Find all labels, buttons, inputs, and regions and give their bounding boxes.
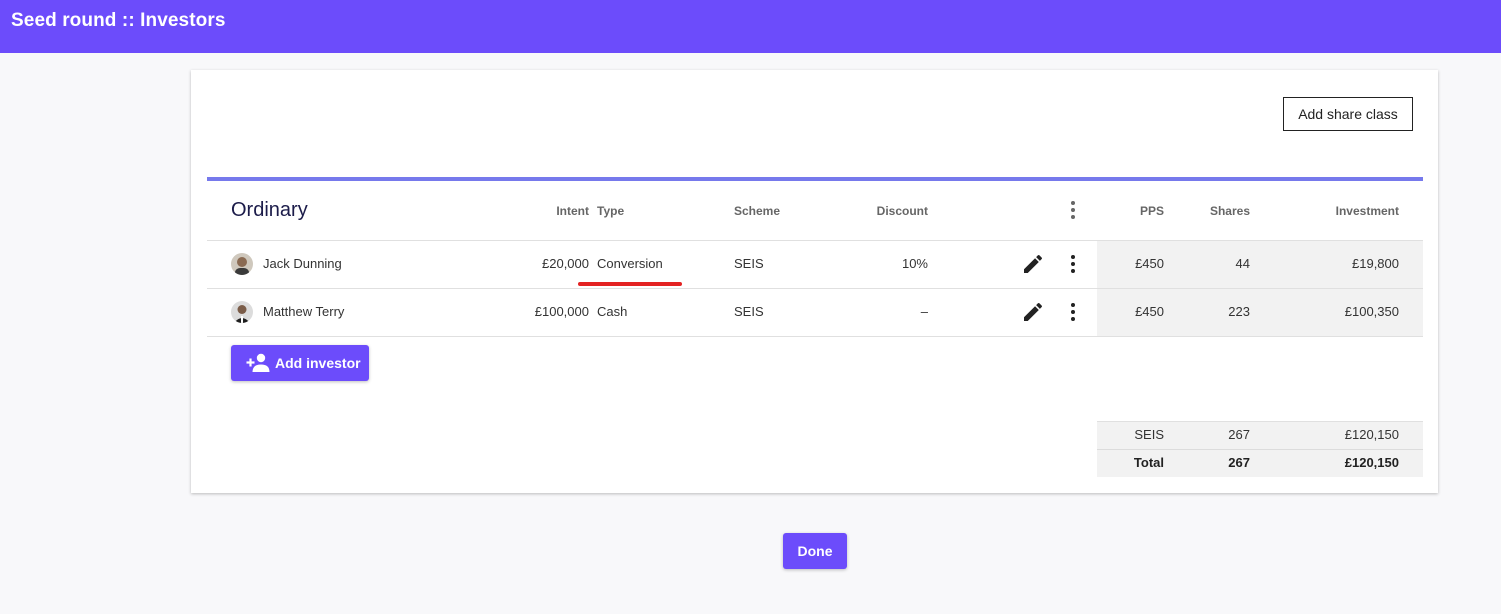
add-investor-label: Add investor <box>275 355 361 371</box>
investor-scheme: SEIS <box>734 256 764 271</box>
investor-shares: 223 <box>1228 304 1250 319</box>
investor-discount: 10% <box>901 256 928 271</box>
avatar <box>231 253 253 275</box>
column-header-investment: Investment <box>1335 204 1399 218</box>
more-options-icon[interactable] <box>1061 252 1085 276</box>
add-person-icon <box>246 353 270 372</box>
more-options-icon[interactable] <box>1061 300 1085 324</box>
row-divider <box>207 336 1423 337</box>
column-header-intent: Intent <box>556 204 589 218</box>
investor-shares: 44 <box>1235 256 1250 271</box>
investor-intent: £20,000 <box>542 256 589 271</box>
add-investor-button[interactable]: Add investor <box>231 345 369 381</box>
investor-pps: £450 <box>1135 304 1164 319</box>
summary-scheme-label: SEIS <box>1134 427 1164 442</box>
column-header-shares: Shares <box>1209 204 1250 218</box>
column-header-discount: Discount <box>876 204 928 218</box>
summary-total-shares: 267 <box>1228 455 1250 470</box>
column-menu-icon[interactable] <box>1061 198 1085 222</box>
share-class-name: Ordinary <box>231 199 308 221</box>
summary-divider <box>1097 449 1423 450</box>
share-class-card: Add share class Ordinary Intent Type Sch… <box>191 70 1438 493</box>
investor-scheme: SEIS <box>734 304 764 319</box>
summary-scheme-investment: £120,150 <box>1344 427 1399 442</box>
share-class-divider <box>207 177 1423 181</box>
row-divider <box>207 240 1423 241</box>
investor-investment: £19,800 <box>1352 256 1399 271</box>
summary-divider <box>1097 421 1423 422</box>
edit-icon[interactable] <box>1021 300 1045 324</box>
row-divider <box>207 288 1423 289</box>
investor-type: Cash <box>597 304 628 319</box>
column-header-scheme: Scheme <box>734 204 781 218</box>
investor-investment: £100,350 <box>1344 304 1399 319</box>
investor-type: Conversion <box>597 256 663 271</box>
add-share-class-button[interactable]: Add share class <box>1283 97 1413 131</box>
investor-discount: – <box>920 304 928 319</box>
done-button[interactable]: Done <box>783 533 847 569</box>
column-header-pps: PPS <box>1139 204 1164 218</box>
page-title: Seed round :: Investors <box>11 10 226 31</box>
investor-pps: £450 <box>1135 256 1164 271</box>
highlight-underline <box>578 282 682 286</box>
app-bar: Seed round :: Investors <box>0 0 1501 53</box>
summary-scheme-shares: 267 <box>1228 427 1250 442</box>
avatar <box>231 301 253 323</box>
investor-intent: £100,000 <box>534 304 589 319</box>
investor-name[interactable]: Jack Dunning <box>263 256 342 272</box>
edit-icon[interactable] <box>1021 252 1045 276</box>
column-header-type: Type <box>597 204 625 218</box>
summary-total-label: Total <box>1133 455 1164 470</box>
investor-name[interactable]: Matthew Terry <box>263 304 344 320</box>
summary-total-investment: £120,150 <box>1344 455 1399 470</box>
